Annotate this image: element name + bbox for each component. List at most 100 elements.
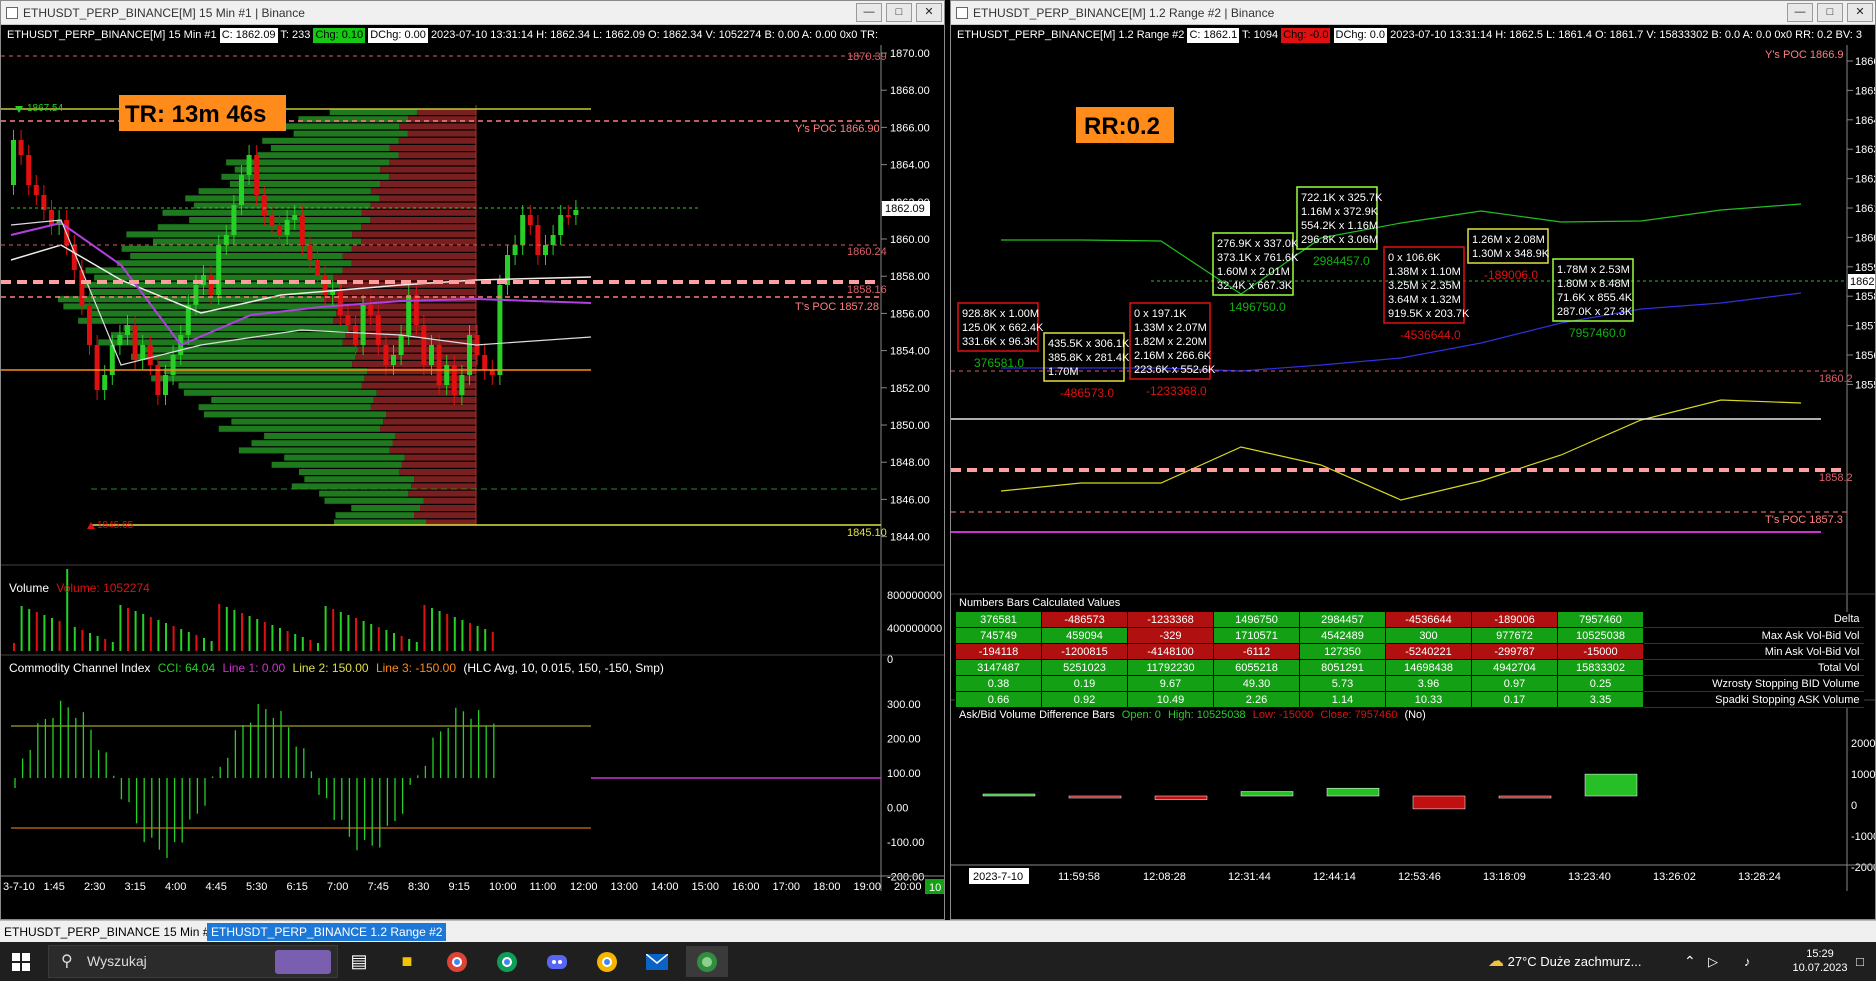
profile-ask-bar — [370, 404, 476, 411]
volume-bar — [294, 634, 297, 651]
time-label: 12:00 — [570, 881, 598, 893]
volume-icon[interactable]: ♪ — [1744, 942, 1751, 981]
window-titlebar[interactable]: ETHUSDT_PERP_BINANCE[M] 1.2 Range #2 | B… — [951, 1, 1875, 25]
level-1860-label: 1860.24 — [847, 246, 887, 258]
diff-axis-label: -1000 — [1851, 831, 1876, 843]
ticks-label: T: 233 — [280, 29, 311, 41]
chart-tabs-bar: ETHUSDT_PERP_BINANCE 15 Min #1 ETHUSDT_P… — [0, 920, 1876, 942]
time-axis: 3-7-10 1:45 2:30 3:15 4:00 4:45 5:30 6:15 7:00 7:… — [3, 881, 922, 893]
time-label: 8:30 — [408, 881, 429, 893]
diff-bar — [1240, 791, 1294, 797]
footprint-cell: 287.0K x 27.3K — [1557, 306, 1633, 318]
table-cell: 10.33 — [1385, 691, 1472, 708]
profile-bid-bar — [204, 411, 386, 418]
notifications-icon[interactable]: □ — [1856, 942, 1864, 981]
window-titlebar[interactable]: ETHUSDT_PERP_BINANCE[M] 15 Min #1 | Bina… — [1, 1, 944, 25]
price-chart-area[interactable]: 1870.39 Y's POC 1866.90 1860.24 1858.16 … — [1, 45, 945, 920]
axis-label: 1860 — [1855, 232, 1876, 244]
candle-body — [467, 335, 472, 375]
axis-label: 1857 — [1855, 321, 1876, 333]
footprint-delta: -486573.0 — [1060, 386, 1114, 400]
axis-label: 1858 — [1855, 291, 1876, 303]
app-icon — [956, 7, 968, 19]
cci-axis-label: 300.00 — [887, 699, 921, 711]
close-button[interactable]: ✕ — [1847, 3, 1873, 22]
start-button[interactable] — [4, 946, 38, 977]
profile-ask-bar — [351, 245, 476, 252]
mail-icon[interactable] — [640, 946, 674, 977]
time-label: 1:45 — [44, 881, 65, 893]
day-change-box: DChg: 0.0 — [1333, 28, 1388, 43]
chrome-alt-icon[interactable] — [590, 946, 624, 977]
diff-bars — [982, 773, 1638, 810]
profile-bid-bar — [319, 490, 409, 497]
candle-body — [299, 215, 305, 245]
search-input[interactable]: ⚲ Wyszukaj — [48, 945, 338, 978]
profile-bid-bar — [110, 332, 346, 339]
maximize-button[interactable]: □ — [1817, 3, 1843, 22]
profile-ask-bar — [392, 440, 476, 447]
chrome-icon[interactable] — [440, 946, 474, 977]
volume-bar — [43, 615, 46, 651]
volume-bar — [172, 626, 175, 651]
tab-range[interactable]: ETHUSDT_PERP_BINANCE 1.2 Range #2 — [207, 923, 447, 941]
profile-ask-bar — [373, 397, 476, 403]
discord-icon[interactable] — [540, 946, 574, 977]
volume-bar — [28, 609, 31, 651]
table-cell: -194118 — [955, 643, 1042, 660]
profile-ask-bar — [379, 195, 476, 202]
time-label: 11:00 — [530, 881, 557, 893]
table-cell: 300 — [1385, 627, 1472, 644]
tab-15min[interactable]: ETHUSDT_PERP_BINANCE 15 Min #1 — [0, 923, 220, 941]
maximize-button[interactable]: □ — [886, 3, 912, 22]
volume-bar — [89, 633, 91, 651]
axis-label: 1870.00 — [890, 48, 930, 60]
profile-ask-bar — [367, 368, 476, 375]
chrome-profile-icon[interactable] — [490, 946, 524, 977]
volume-bar — [286, 631, 289, 651]
weather-widget[interactable]: ☁ 27°C Duże zachmurz... — [1488, 942, 1641, 981]
table-row: 3147487 5251023 11792230 6055218 8051291 1469… — [955, 659, 1864, 676]
profile-ask-bar — [420, 505, 476, 511]
file-explorer-icon[interactable]: ■ — [390, 946, 424, 977]
close-button[interactable]: ✕ — [916, 3, 942, 22]
footprint-cell: 2.16M x 266.6K — [1134, 350, 1212, 362]
candle-body — [550, 235, 556, 245]
axis-label: 1860.00 — [890, 234, 930, 246]
candle-body — [565, 215, 571, 217]
profile-ask-bar — [386, 411, 476, 418]
diff-bar — [982, 793, 1036, 797]
candle-body — [102, 375, 108, 390]
table-row-label: Max Ask Vol-Bid Vol — [1643, 627, 1864, 644]
candle-body — [368, 305, 374, 315]
candle-body — [239, 175, 244, 205]
minimize-button[interactable]: — — [1787, 3, 1813, 22]
volume-bar — [461, 620, 464, 651]
today-poc-label: T's POC 1857.28 — [795, 301, 879, 313]
range-chart-area[interactable]: 928.8K x 1.00M 125.0K x 662.4K 331.6K x 96… — [951, 45, 1876, 920]
volume-legend: Volume Volume: 1052274 — [9, 581, 150, 595]
diff-bar — [1584, 773, 1638, 797]
footprint-bar: 276.9K x 337.0K 373.1K x 761.6K 1.60M x 2.… — [1212, 232, 1299, 314]
clock[interactable]: 15:29 10.07.2023 — [1790, 942, 1850, 981]
chevron-up-icon[interactable]: ⌃ — [1684, 942, 1696, 981]
task-view-icon[interactable]: ▤ — [342, 946, 376, 977]
volume-title: Volume — [9, 581, 50, 595]
axis-label: 1858.00 — [890, 271, 930, 283]
minimize-button[interactable]: — — [856, 3, 882, 22]
price-axis: 1870.001868.001866.001864.001862.001860.… — [881, 48, 930, 544]
profile-bid-bar — [284, 454, 405, 461]
chart-window-15min[interactable]: ETHUSDT_PERP_BINANCE[M] 15 Min #1 | Bina… — [0, 0, 945, 920]
candle-body — [345, 315, 351, 325]
chart-window-range[interactable]: ETHUSDT_PERP_BINANCE[M] 1.2 Range #2 | B… — [950, 0, 1876, 920]
profile-bid-bar — [264, 433, 396, 439]
cci-line3: Line 3: -150.00 — [375, 661, 457, 675]
volume-bar — [408, 639, 411, 651]
trading-app-icon[interactable] — [686, 946, 728, 977]
network-icon[interactable]: ▷ — [1708, 942, 1718, 981]
axis-label: 1852.00 — [890, 383, 930, 395]
profile-bid-bar — [329, 109, 418, 115]
footprint-cell: 223.6K x 552.6K — [1134, 364, 1216, 376]
search-placeholder: Wyszukaj — [87, 953, 147, 969]
diff-bar — [1154, 795, 1208, 800]
